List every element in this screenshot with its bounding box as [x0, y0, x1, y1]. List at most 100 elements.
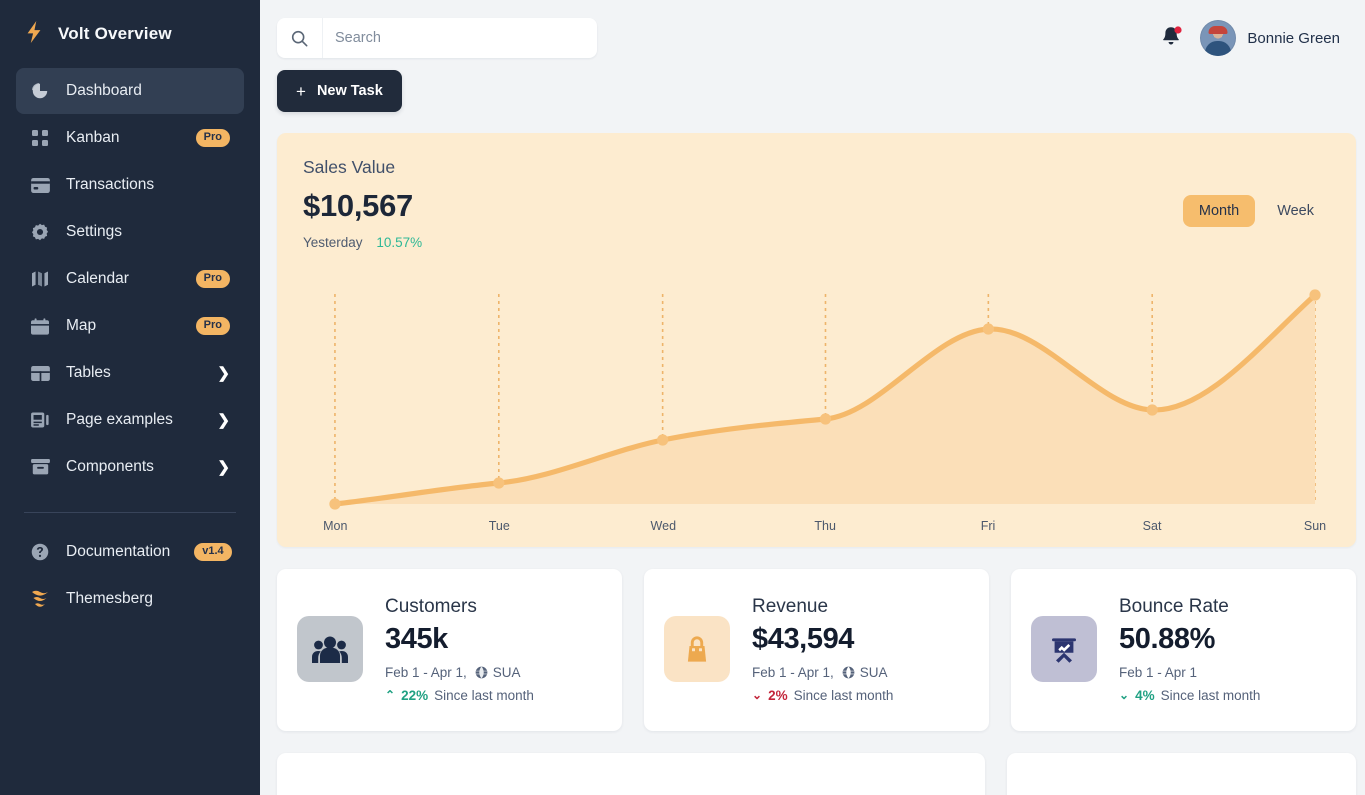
themesberg-logo-icon	[30, 589, 50, 609]
actions-row: + New Task	[260, 62, 1365, 112]
stat-delta-note: Since last month	[434, 687, 534, 703]
stat-value: $43,594	[752, 622, 855, 655]
stat-delta: ⌃ 22% Since last month	[385, 688, 602, 703]
bottom-card-left	[277, 753, 985, 795]
sidebar-item-label: Map	[66, 317, 97, 334]
stat-delta-note: Since last month	[1160, 687, 1261, 703]
user-menu[interactable]: Bonnie Green	[1200, 20, 1340, 56]
sidebar-item-label: Themesberg	[66, 590, 154, 607]
map-icon	[30, 316, 50, 336]
sidebar-item-kanban[interactable]: Kanban Pro	[16, 115, 244, 161]
sidebar-item-label: Settings	[66, 223, 123, 240]
globe-icon	[842, 666, 855, 679]
question-circle-icon	[30, 542, 50, 562]
topbar: Bonnie Green	[260, 0, 1365, 62]
new-task-label: New Task	[316, 83, 383, 99]
new-task-button[interactable]: + New Task	[277, 70, 402, 112]
stat-label: Bounce Rate	[1119, 595, 1229, 617]
main-content: Bonnie Green + New Task Sales Value $10,…	[260, 0, 1365, 795]
sales-compare: Yesterday 10.57%	[303, 235, 422, 250]
stats-row: Customers 345k Feb 1 - Apr 1, SUA ⌃ 22% …	[277, 569, 1356, 731]
stat-delta: ⌄ 2% Since last month	[752, 688, 969, 703]
stat-region: SUA	[859, 664, 888, 680]
stat-value: 50.88%	[1119, 622, 1215, 655]
sidebar-item-documentation[interactable]: Documentation v1.4	[16, 529, 244, 575]
archive-icon	[30, 457, 50, 477]
sidebar-item-label: Calendar	[66, 270, 129, 287]
sidebar-item-tables[interactable]: Tables ❯	[16, 350, 244, 396]
sales-chart: Mon Tue Wed Thu Fri Sat Sun	[277, 272, 1356, 547]
arrow-up-icon: ⌃	[385, 688, 396, 702]
sidebar: Volt Overview Dashboard Kanban Pro Trans…	[0, 0, 260, 795]
sidebar-item-components[interactable]: Components ❯	[16, 444, 244, 490]
grid-icon	[30, 128, 50, 148]
sales-compare-pct: 10.57%	[376, 235, 423, 250]
pro-badge: Pro	[195, 317, 230, 335]
stat-body: Customers 345k Feb 1 - Apr 1, SUA ⌃ 22% …	[385, 596, 602, 703]
sales-value-card: Sales Value $10,567 Yesterday 10.57% Mon…	[277, 133, 1356, 547]
arrow-down-icon: ⌄	[1119, 688, 1130, 702]
sidebar-item-settings[interactable]: Settings	[16, 209, 244, 255]
sales-card-header: Sales Value $10,567 Yesterday 10.57% Mon…	[277, 133, 1356, 272]
sales-chart-svg	[329, 289, 1321, 510]
stat-range: Feb 1 - Apr 1, SUA	[385, 665, 602, 680]
user-name: Bonnie Green	[1247, 29, 1340, 47]
stat-card-customers: Customers 345k Feb 1 - Apr 1, SUA ⌃ 22% …	[277, 569, 622, 731]
sales-title: Sales Value	[303, 157, 396, 177]
sidebar-item-dashboard[interactable]: Dashboard	[16, 68, 244, 114]
chevron-right-icon: ❯	[217, 411, 230, 429]
version-badge: v1.4	[194, 543, 232, 561]
page-icon	[30, 410, 50, 430]
credit-card-icon	[30, 175, 50, 195]
sidebar-divider	[24, 512, 236, 513]
stat-range-text: Feb 1 - Apr 1	[1119, 664, 1198, 680]
stat-range: Feb 1 - Apr 1, SUA	[752, 665, 969, 680]
x-tick-label: Fri	[980, 519, 996, 533]
search-icon	[277, 18, 323, 58]
sidebar-item-themesberg[interactable]: Themesberg	[16, 576, 244, 622]
stat-range-text: Feb 1 - Apr 1,	[752, 664, 834, 680]
period-week-button[interactable]: Week	[1261, 195, 1330, 227]
sidebar-item-transactions[interactable]: Transactions	[16, 162, 244, 208]
search-box[interactable]	[277, 18, 597, 58]
bolt-icon	[24, 21, 44, 47]
sidebar-item-label: Documentation	[66, 543, 171, 560]
handbag-icon	[664, 616, 730, 682]
stat-range: Feb 1 - Apr 1	[1119, 665, 1336, 680]
sales-card-text: Sales Value $10,567 Yesterday 10.57%	[303, 157, 422, 250]
sidebar-item-label: Kanban	[66, 129, 120, 146]
bottom-cards-row	[277, 753, 1356, 795]
chevron-right-icon: ❯	[217, 458, 230, 476]
bell-icon[interactable]	[1160, 25, 1184, 51]
stat-body: Bounce Rate 50.88% Feb 1 - Apr 1 ⌄ 4% Si…	[1119, 596, 1336, 703]
sidebar-item-label: Transactions	[66, 176, 155, 193]
bottom-card-right	[1007, 753, 1356, 795]
sidebar-item-calendar[interactable]: Calendar Pro	[16, 256, 244, 302]
calendar-bars-icon	[30, 269, 50, 289]
sidebar-item-label: Dashboard	[66, 82, 142, 99]
sidebar-item-label: Tables	[66, 364, 111, 381]
stat-delta-value: 2%	[768, 687, 788, 703]
dashboard-content: Sales Value $10,567 Yesterday 10.57% Mon…	[260, 112, 1365, 795]
stat-delta-note: Since last month	[793, 687, 894, 703]
stat-body: Revenue $43,594 Feb 1 - Apr 1, SUA ⌄ 2% …	[752, 596, 969, 703]
pie-chart-icon	[30, 81, 50, 101]
pro-badge: Pro	[195, 129, 230, 147]
avatar	[1200, 20, 1237, 56]
stat-range-text: Feb 1 - Apr 1,	[385, 664, 467, 680]
search-input[interactable]	[323, 19, 597, 57]
sidebar-item-map[interactable]: Map Pro	[16, 303, 244, 349]
period-month-button[interactable]: Month	[1182, 195, 1256, 227]
sidebar-item-page-examples[interactable]: Page examples ❯	[16, 397, 244, 443]
brand[interactable]: Volt Overview	[16, 0, 244, 68]
arrow-down-icon: ⌄	[752, 688, 763, 702]
x-tick-label: Mon	[323, 519, 348, 533]
chevron-right-icon: ❯	[217, 364, 230, 382]
stat-region: SUA	[492, 664, 521, 680]
stat-value: 345k	[385, 622, 448, 655]
stat-label: Customers	[385, 595, 477, 617]
sales-compare-label: Yesterday	[303, 235, 363, 250]
sales-value: $10,567	[303, 188, 413, 223]
people-group-icon	[297, 616, 363, 682]
globe-icon	[475, 666, 488, 679]
